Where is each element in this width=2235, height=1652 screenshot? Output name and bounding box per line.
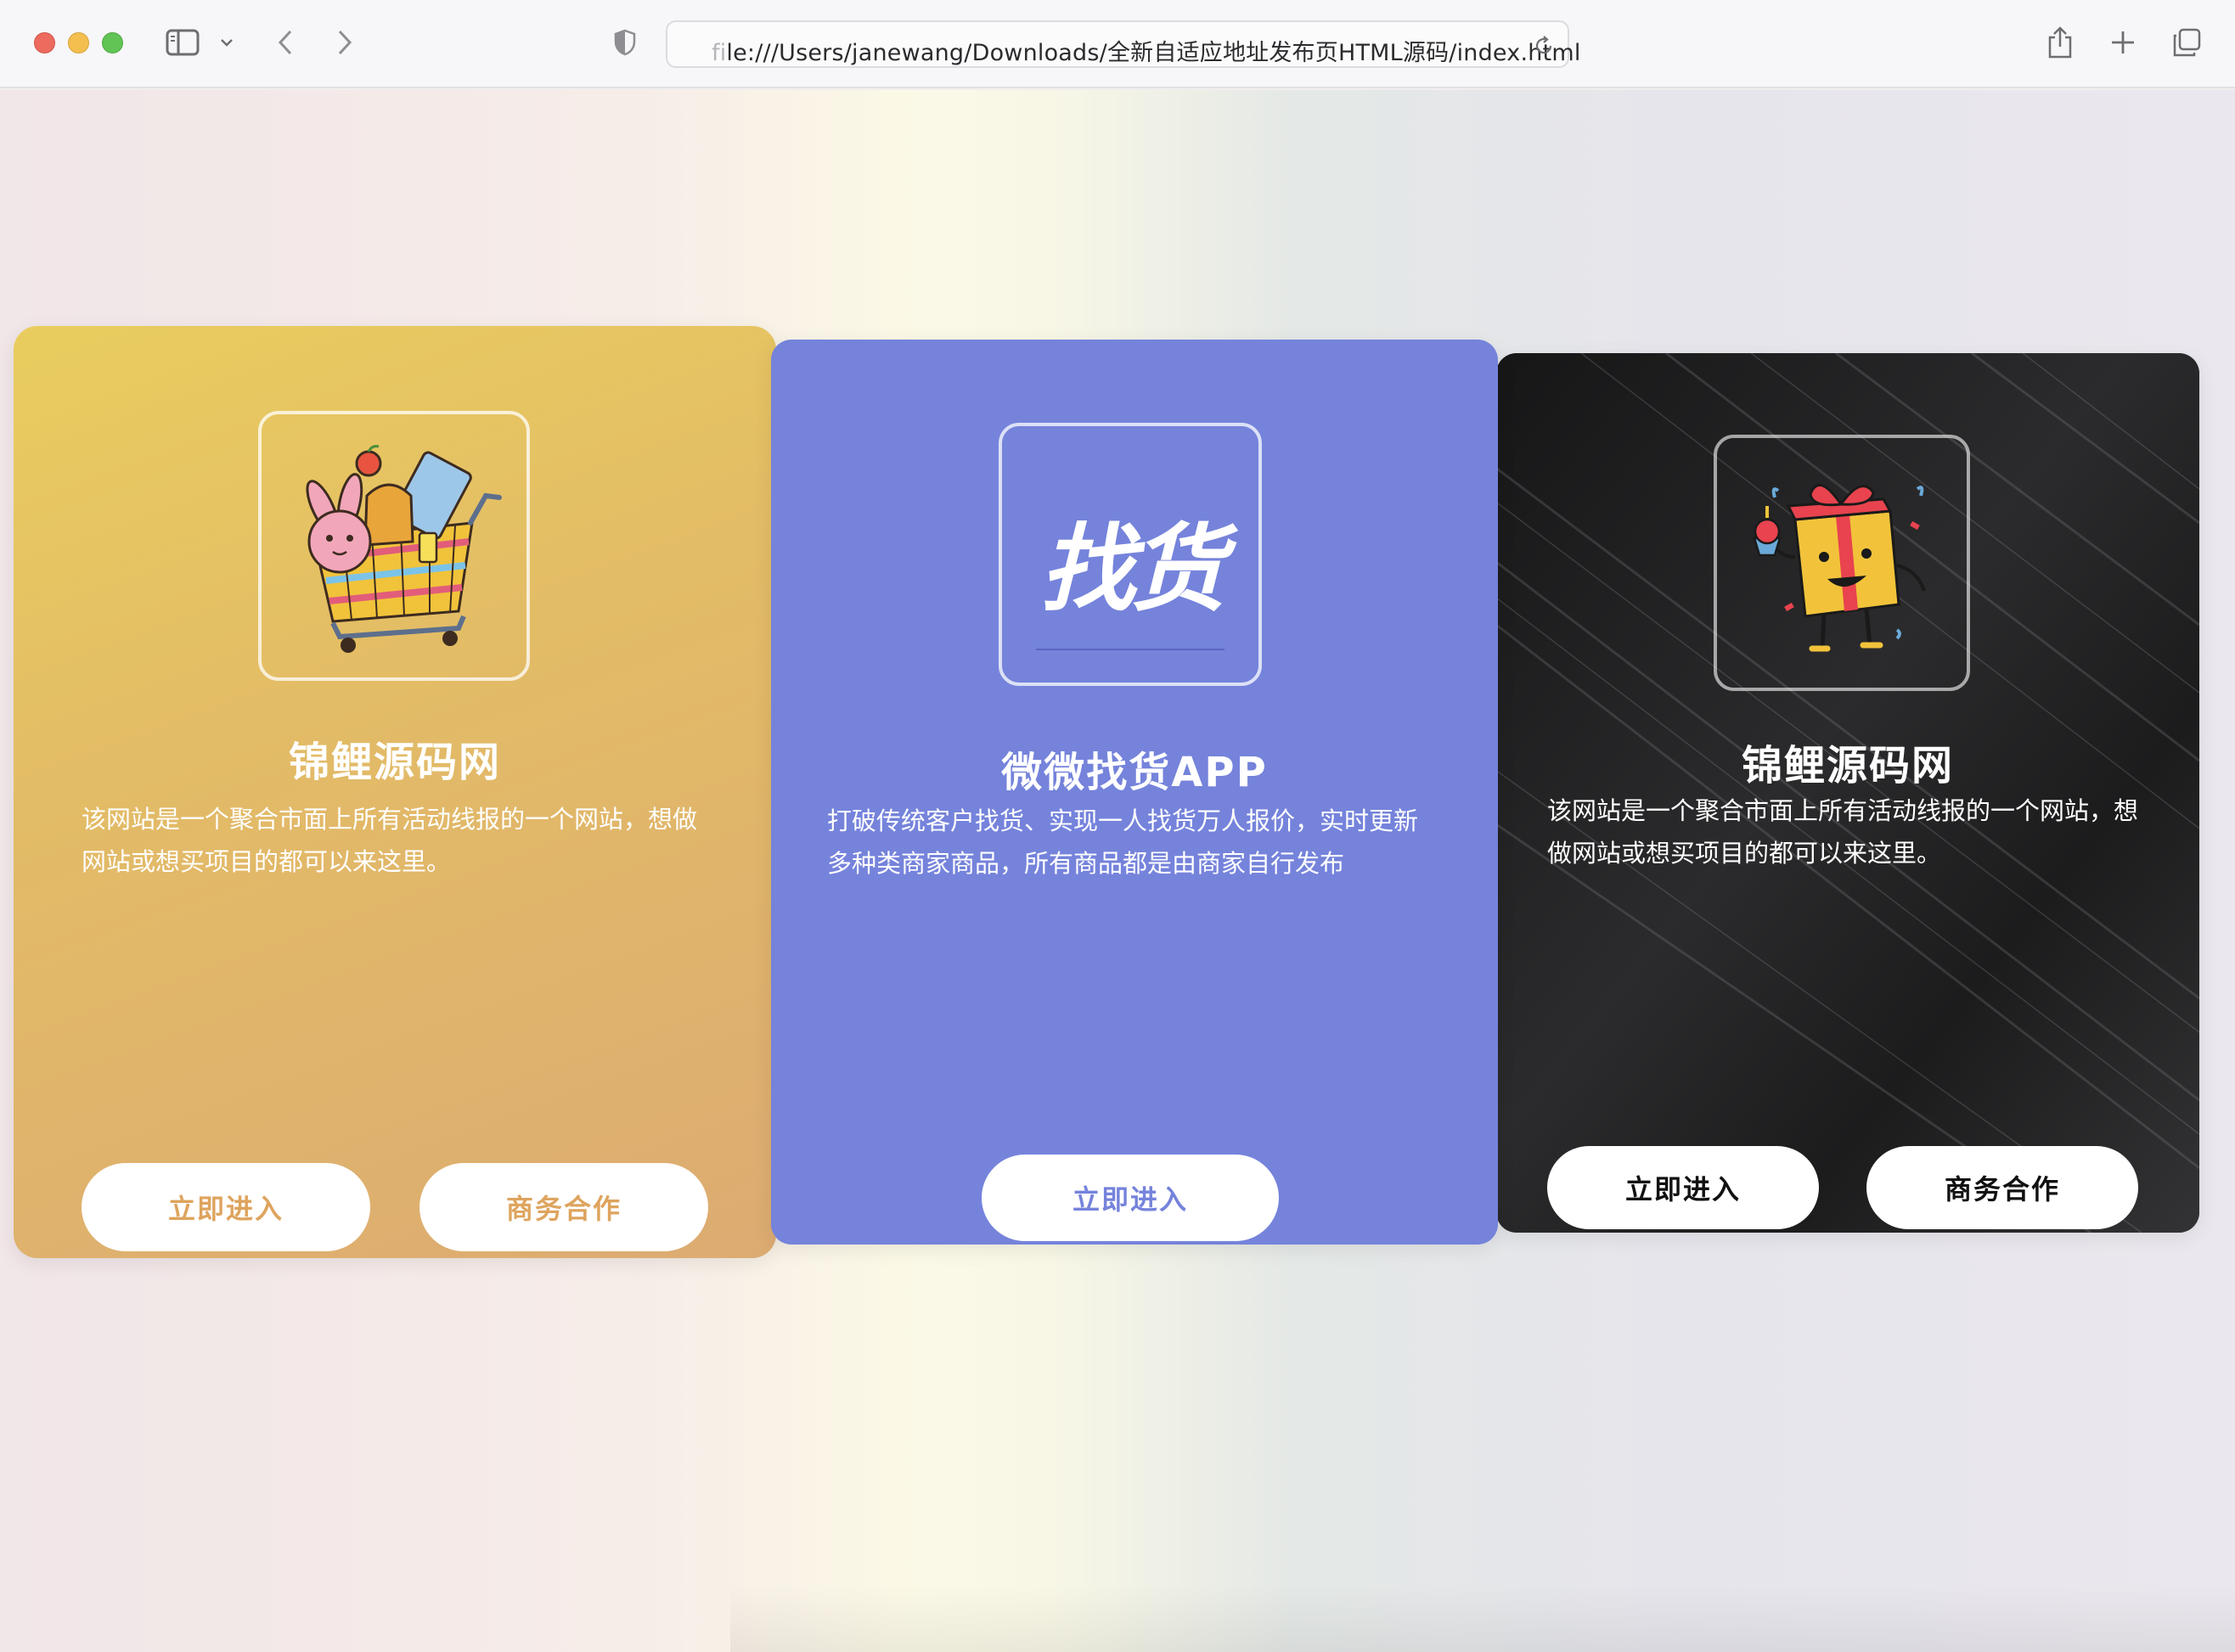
enter-now-button[interactable]: 立即进入 (82, 1163, 370, 1251)
forward-arrow-icon[interactable] (329, 24, 360, 61)
business-cooperation-button[interactable]: 商务合作 (419, 1163, 708, 1251)
card-description: 打破传统客户找货、实现一人找货万人报价，实时更新多种类商家商品，所有商品都是由商… (827, 806, 1419, 878)
enter-now-button[interactable]: 立即进入 (1547, 1146, 1819, 1229)
gift-box-character-icon (1714, 435, 1970, 691)
address-bar[interactable]: file:///Users/janewang/Downloads/全新自适应地址… (666, 20, 1580, 68)
card-jinli-yellow: 锦鲤源码网 该网站是一个聚合市面上所有活动线报的一个网站，想做网站或想买项目的都… (14, 326, 776, 1258)
card-title: 微微找货APP (1001, 749, 1268, 796)
back-arrow-icon[interactable] (270, 24, 301, 61)
card-title: 锦鲤源码网 (1741, 742, 1954, 789)
enter-now-button[interactable]: 立即进入 (982, 1155, 1279, 1241)
share-icon[interactable] (2043, 24, 2077, 61)
reload-icon[interactable] (1527, 27, 1561, 65)
new-tab-plus-icon[interactable] (2106, 24, 2140, 61)
minimize-window-button[interactable] (68, 32, 89, 53)
card-jinli-dark: 锦鲤源码网 该网站是一个聚合市面上所有活动线报的一个网站，想做网站或想买项目的都… (1496, 353, 2199, 1233)
sidebar-toggle-icon[interactable] (163, 24, 202, 61)
url-text: file:///Users/janewang/Downloads/全新自适应地址… (712, 40, 1581, 66)
page-background: 锦鲤源码网 该网站是一个聚合市面上所有活动线报的一个网站，想做网站或想买项目的都… (0, 90, 2235, 1652)
card-description: 该网站是一个聚合市面上所有活动线报的一个网站，想做网站或想买项目的都可以来这里。 (82, 805, 698, 876)
close-window-button[interactable] (34, 32, 55, 53)
shopping-cart-bunny-icon (258, 411, 530, 681)
browser-toolbar: file:///Users/janewang/Downloads/全新自适应地址… (0, 0, 2235, 88)
card-title: 锦鲤源码网 (288, 739, 501, 786)
business-cooperation-button[interactable]: 商务合作 (1866, 1146, 2138, 1229)
tab-overview-icon[interactable] (2169, 24, 2204, 61)
bottom-shade (730, 1584, 2235, 1652)
card-weiwei-zhaohuo: 找货 微微找货APP 打破传统客户找货、实现一人找货万人报价，实时更新多种类商家… (771, 340, 1498, 1245)
logo-text: 找货 (1040, 514, 1225, 625)
chevron-down-icon[interactable] (216, 24, 238, 61)
card-description: 该网站是一个聚合市面上所有活动线报的一个网站，想做网站或想买项目的都可以来这里。 (1547, 796, 2139, 868)
zhaohuo-logo-icon: 找货 (999, 423, 1262, 686)
logo-underline (1036, 649, 1224, 650)
privacy-shield-icon[interactable] (610, 24, 640, 61)
zoom-window-button[interactable] (102, 32, 123, 53)
